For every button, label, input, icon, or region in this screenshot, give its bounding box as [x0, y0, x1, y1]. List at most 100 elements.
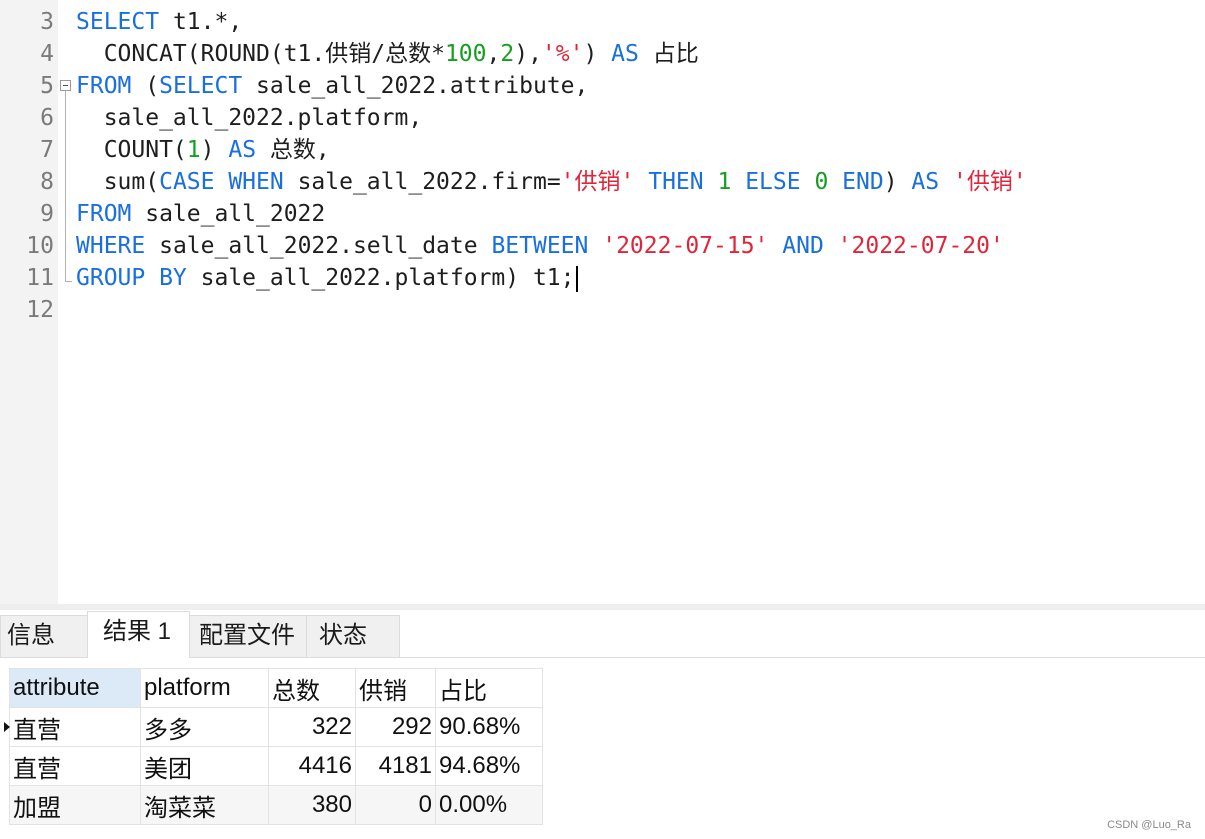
tab-info[interactable]: 信息 — [0, 615, 88, 657]
line-number: 11 — [26, 265, 54, 291]
tab-status[interactable]: 状态 — [306, 615, 400, 657]
keyword-token: SELECT — [159, 73, 243, 99]
table-row[interactable]: 直营 美团 4416 4181 94.68% — [0, 746, 543, 786]
tab-label: 配置文件 — [199, 622, 295, 649]
keyword-token: FROM — [76, 73, 132, 99]
number-token: 0 — [814, 169, 829, 195]
sql-editor[interactable]: 3 4 5 6 7 8 9 10 11 12 SELECT t1.*, CONCAT(ROUND(… — [0, 0, 1205, 604]
cell-supply[interactable]: 0 — [355, 785, 436, 825]
code-token: COUNT( — [76, 137, 187, 163]
code-token: sale_all_2022 — [131, 201, 326, 227]
line-number: 9 — [40, 201, 54, 227]
result-grid[interactable]: attribute platform 总数 供销 占比 直营 多多 322 29… — [0, 668, 543, 825]
line-number: 6 — [40, 105, 54, 131]
keyword-token: SELECT — [76, 9, 160, 35]
code-line[interactable]: WHERE sale_all_2022.sell_date BETWEEN '2… — [76, 230, 1004, 262]
code-token: 占比 — [638, 41, 699, 67]
code-token: sale_all_2022.attribute, — [242, 73, 589, 99]
code-token: sale_all_2022.platform) t1; — [186, 265, 575, 291]
keyword-token: BETWEEN — [491, 233, 589, 259]
code-token: ), — [514, 41, 542, 67]
code-line[interactable]: sum(CASE WHEN sale_all_2022.firm='供销' TH… — [76, 166, 1027, 198]
code-line[interactable]: COUNT(1) AS 总数, — [76, 134, 330, 166]
number-token: 1 — [717, 169, 732, 195]
result-tab-bar: 信息 结果 1 配置文件 状态 — [0, 610, 1205, 658]
tab-result-1[interactable]: 结果 1 — [87, 611, 190, 658]
tab-label: 状态 — [319, 622, 367, 649]
number-token: 100 — [444, 41, 487, 67]
row-indicator-header — [0, 668, 10, 708]
keyword-token: AS — [611, 41, 639, 67]
code-token: ) — [200, 137, 229, 163]
row-indicator — [0, 707, 10, 747]
line-number: 5 — [40, 73, 54, 99]
code-line[interactable]: sale_all_2022.platform, — [76, 102, 423, 134]
cell-ratio[interactable]: 90.68% — [435, 707, 543, 747]
code-token: t1.*, — [159, 9, 243, 35]
cell-platform[interactable]: 美团 — [140, 746, 269, 786]
cell-total[interactable]: 380 — [268, 785, 356, 825]
code-line[interactable]: FROM sale_all_2022 — [76, 198, 325, 230]
keyword-token: END — [842, 169, 884, 195]
column-header-ratio[interactable]: 占比 — [435, 668, 543, 708]
cell-ratio[interactable]: 94.68% — [435, 746, 543, 786]
string-token: '供销' — [560, 169, 635, 195]
cell-attribute[interactable]: 直营 — [9, 746, 141, 786]
cell-ratio[interactable]: 0.00% — [435, 785, 543, 825]
watermark: CSDN @Luo_Ra — [1107, 819, 1191, 831]
code-token: ) — [583, 41, 612, 67]
number-token: 1 — [186, 137, 201, 163]
code-token: sale_all_2022.sell_date — [145, 233, 492, 259]
text-caret — [575, 265, 578, 292]
code-token: ) — [883, 169, 912, 195]
tab-label: 信息 — [7, 622, 55, 649]
row-indicator — [0, 785, 10, 825]
code-token: sale_all_2022.platform, — [76, 105, 423, 131]
fold-guide-end — [65, 281, 72, 282]
row-indicator — [0, 746, 10, 786]
code-token: CONCAT(ROUND(t1.供销/总数* — [76, 41, 445, 67]
code-token: , — [486, 41, 501, 67]
keyword-token: AND — [782, 233, 824, 259]
keyword-token: FROM — [76, 201, 132, 227]
tab-label: 结果 1 — [103, 618, 172, 645]
line-number: 3 — [40, 9, 54, 35]
cell-total[interactable]: 4416 — [268, 746, 356, 786]
string-token: '%' — [541, 41, 584, 67]
column-header-platform[interactable]: platform — [140, 668, 269, 708]
table-row[interactable]: 加盟 淘菜菜 380 0 0.00% — [0, 785, 543, 825]
code-line[interactable]: FROM (SELECT sale_all_2022.attribute, — [76, 70, 588, 102]
line-number-gutter: 3 4 5 6 7 8 9 10 11 12 — [0, 0, 58, 604]
line-number: 4 — [40, 41, 54, 67]
column-header-attribute[interactable]: attribute — [9, 668, 141, 708]
code-line[interactable]: SELECT t1.*, — [76, 6, 242, 38]
cell-supply[interactable]: 292 — [355, 707, 436, 747]
number-token: 2 — [500, 41, 515, 67]
cell-supply[interactable]: 4181 — [355, 746, 436, 786]
line-number: 7 — [40, 137, 54, 163]
column-header-supply[interactable]: 供销 — [355, 668, 436, 708]
keyword-token: WHERE — [76, 233, 146, 259]
cell-total[interactable]: 322 — [268, 707, 356, 747]
string-token: '供销' — [952, 169, 1027, 195]
code-token: 总数, — [256, 137, 330, 163]
column-header-total[interactable]: 总数 — [268, 668, 356, 708]
line-number: 10 — [26, 233, 54, 259]
cell-attribute[interactable]: 直营 — [9, 707, 141, 747]
table-row[interactable]: 直营 多多 322 292 90.68% — [0, 707, 543, 747]
code-line[interactable]: GROUP BY sale_all_2022.platform) t1; — [76, 262, 578, 294]
fold-guide-line — [65, 91, 66, 281]
cell-platform[interactable]: 淘菜菜 — [140, 785, 269, 825]
fold-toggle-icon[interactable] — [60, 80, 71, 91]
code-line[interactable]: CONCAT(ROUND(t1.供销/总数*100,2),'%') AS 占比 — [76, 38, 699, 70]
keyword-token: AS — [911, 169, 940, 195]
cell-attribute[interactable]: 加盟 — [9, 785, 141, 825]
tab-profile[interactable]: 配置文件 — [189, 615, 307, 657]
cell-platform[interactable]: 多多 — [140, 707, 269, 747]
